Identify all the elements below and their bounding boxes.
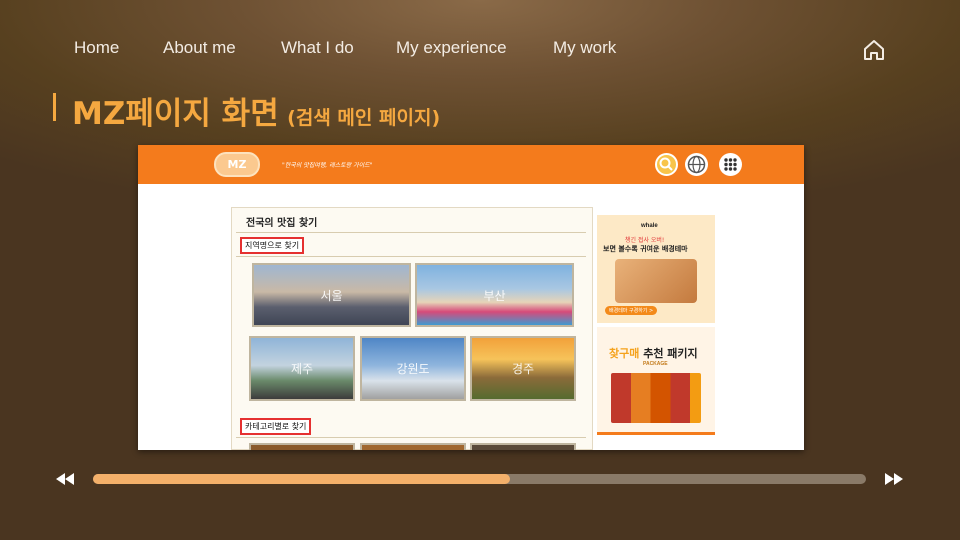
website-screenshot: MZ "한국의 맛집여행, 레스토랑 가이드" 전국의 맛집 찾기 지역명으로 … bbox=[138, 145, 804, 450]
region-label: 경주 bbox=[511, 362, 535, 376]
nav-what-i-do[interactable]: What I do bbox=[281, 38, 354, 58]
ad-button: 배경테마 구경하기 > bbox=[605, 306, 658, 315]
region-label: 부산 bbox=[483, 288, 506, 303]
rewind-icon[interactable] bbox=[54, 471, 76, 487]
site-tagline: "한국의 맛집여행, 레스토랑 가이드" bbox=[282, 162, 373, 169]
page-title-main: MZ페이지 화면 bbox=[72, 96, 279, 132]
apps-grid-icon bbox=[719, 153, 742, 176]
region-photo-busan: 부산 bbox=[415, 263, 574, 327]
category-photo bbox=[470, 443, 576, 450]
ad-title: 보면 볼수록 귀여운 배경테마 bbox=[603, 245, 688, 253]
ad-title-rest: 추천 패키지 bbox=[639, 347, 698, 360]
divider bbox=[236, 232, 586, 233]
ad-brand: whale bbox=[641, 223, 658, 229]
ad-banner-whale: whale 챙긴 접사 오버! 보면 볼수록 귀여운 배경테마 배경테마 구경하… bbox=[597, 215, 715, 323]
ad-title-highlight: 찾구매 bbox=[609, 347, 640, 360]
category-photo bbox=[360, 443, 466, 450]
mz-logo: MZ bbox=[214, 152, 260, 177]
progress-bar[interactable] bbox=[93, 474, 866, 484]
ad-title: 찾구매 추천 패키지 bbox=[609, 345, 698, 361]
region-photo-gyeongju: 경주 bbox=[470, 336, 576, 401]
region-search-label: 지역명으로 찾기 bbox=[240, 237, 305, 254]
category-photo bbox=[249, 443, 355, 450]
site-header: MZ "한국의 맛집여행, 레스토랑 가이드" bbox=[138, 145, 804, 184]
ad-red-text: 챙긴 접사 오버! bbox=[625, 237, 665, 244]
nav-my-work[interactable]: My work bbox=[553, 38, 616, 58]
ad-image bbox=[615, 259, 697, 303]
page-title-sub: (검색 메인 페이지) bbox=[287, 107, 441, 129]
ad-product-image bbox=[611, 373, 701, 423]
nav-home[interactable]: Home bbox=[74, 38, 119, 58]
home-icon[interactable] bbox=[862, 38, 886, 62]
region-photo-seoul: 서울 bbox=[252, 263, 411, 327]
fast-forward-icon[interactable] bbox=[883, 471, 905, 487]
region-photo-gangwon: 강원도 bbox=[360, 336, 466, 401]
region-label: 강원도 bbox=[396, 362, 430, 376]
nav-my-experience[interactable]: My experience bbox=[396, 38, 507, 58]
ad-bottom-bar bbox=[597, 432, 715, 435]
ad-subtitle: PACKAGE bbox=[643, 361, 668, 367]
globe-icon bbox=[685, 153, 708, 176]
page-title: MZ페이지 화면 (검색 메인 페이지) bbox=[72, 88, 440, 133]
nav-about-me[interactable]: About me bbox=[163, 38, 236, 58]
section-title: 전국의 맛집 찾기 bbox=[246, 218, 318, 229]
divider bbox=[236, 437, 586, 438]
progress-fill bbox=[93, 474, 511, 484]
region-label: 제주 bbox=[290, 362, 314, 376]
search-icon bbox=[655, 153, 678, 176]
region-label: 서울 bbox=[320, 288, 343, 303]
category-search-label: 카테고리별로 찾기 bbox=[240, 418, 312, 435]
title-accent-bar bbox=[53, 93, 56, 121]
restaurant-finder-card: 전국의 맛집 찾기 지역명으로 찾기 서울 부산 제주 강원도 경주 카테고리별… bbox=[231, 207, 593, 450]
divider bbox=[236, 256, 586, 257]
region-photo-jeju: 제주 bbox=[249, 336, 355, 401]
ad-banner-package: 찾구매 추천 패키지 PACKAGE bbox=[597, 327, 715, 435]
